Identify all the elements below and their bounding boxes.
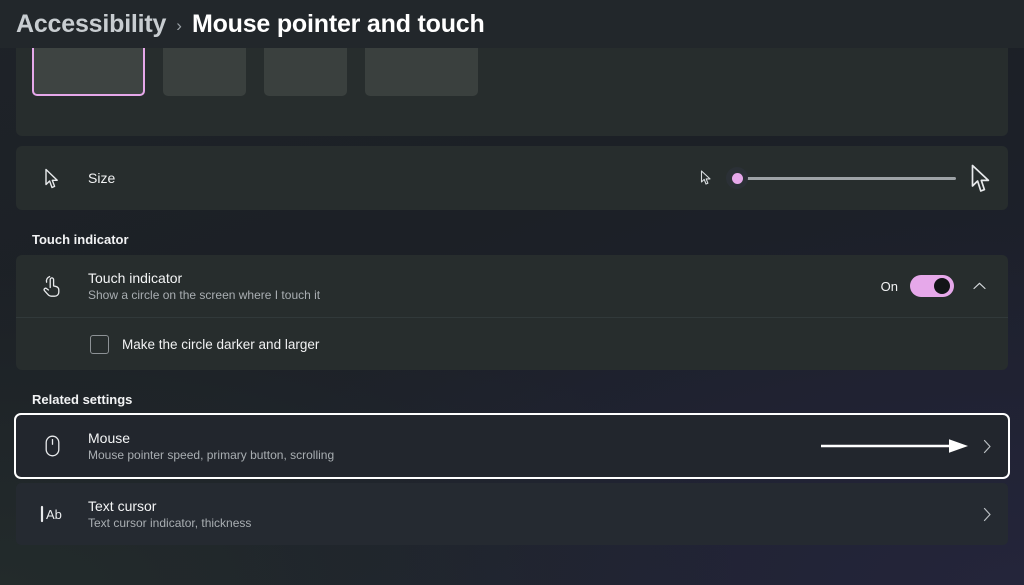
mouse-row-controls: [821, 437, 992, 455]
mouse-subtitle: Mouse pointer speed, primary button, scr…: [88, 448, 335, 462]
slider-thumb[interactable]: [726, 167, 748, 189]
touch-indicator-toggle-state: On: [880, 278, 898, 294]
chevron-right-icon[interactable]: [983, 439, 992, 454]
touch-indicator-section-title: Touch indicator: [32, 232, 129, 247]
pointer-style-tile-black[interactable]: [163, 48, 246, 96]
settings-content: Size Touch indicator Touch indicator Sho…: [0, 48, 1024, 545]
darker-larger-circle-row[interactable]: Make the circle darker and larger: [16, 318, 1008, 370]
related-setting-text-cursor[interactable]: Ab Text cursor Text cursor indicator, th…: [16, 483, 1008, 545]
page-title: Mouse pointer and touch: [191, 9, 485, 38]
touch-tap-icon: [32, 275, 72, 297]
touch-indicator-card: Touch indicator Show a circle on the scr…: [16, 255, 1008, 370]
darker-larger-circle-checkbox[interactable]: [90, 334, 109, 354]
svg-text:Ab: Ab: [46, 507, 62, 522]
pointer-style-tile-white[interactable]: [32, 48, 145, 96]
touch-indicator-text-block: Touch indicator Show a circle on the scr…: [88, 270, 320, 302]
pointer-style-tile-inverted[interactable]: [264, 48, 347, 96]
related-settings-section-title: Related settings: [32, 392, 133, 407]
text-cursor-title: Text cursor: [88, 498, 157, 514]
chevron-right-icon[interactable]: [983, 507, 992, 522]
touch-indicator-toggle[interactable]: [910, 275, 954, 297]
slider-track[interactable]: [734, 176, 956, 180]
breadcrumb-separator: ›: [176, 15, 182, 35]
mouse-text-block: Mouse Mouse pointer speed, primary butto…: [88, 430, 334, 462]
related-setting-mouse[interactable]: Mouse Mouse pointer speed, primary butto…: [14, 413, 1010, 479]
pointer-size-label: Size: [88, 170, 116, 186]
touch-indicator-subtitle: Show a circle on the screen where I touc…: [88, 288, 321, 302]
small-cursor-icon: [700, 170, 712, 186]
text-cursor-subtitle: Text cursor indicator, thickness: [88, 516, 252, 530]
chevron-up-icon[interactable]: [966, 273, 992, 299]
pointer-style-tile-group: [32, 48, 478, 96]
pointer-style-card: [16, 48, 1008, 136]
mouse-pointer-icon: [32, 168, 72, 189]
pointer-size-slider[interactable]: [726, 163, 956, 193]
darker-larger-circle-label: Make the circle darker and larger: [122, 336, 320, 352]
touch-indicator-row[interactable]: Touch indicator Show a circle on the scr…: [16, 255, 1008, 317]
breadcrumb-header: Accessibility › Mouse pointer and touch: [0, 0, 1024, 48]
toggle-knob: [934, 278, 950, 294]
touch-indicator-title: Touch indicator: [88, 270, 183, 286]
mouse-title: Mouse: [88, 430, 131, 446]
mouse-device-icon: [32, 435, 72, 457]
text-cursor-icon: Ab: [32, 505, 72, 523]
pointer-style-tile-custom-color[interactable]: [365, 48, 478, 96]
settings-page: Accessibility › Mouse pointer and touch: [0, 0, 1024, 585]
breadcrumb-root-link[interactable]: Accessibility: [16, 10, 166, 39]
text-cursor-text-block: Text cursor Text cursor indicator, thick…: [88, 498, 251, 530]
pointer-size-controls: [700, 163, 992, 193]
text-cursor-row-controls: [983, 507, 992, 522]
large-cursor-icon: [970, 164, 992, 193]
touch-indicator-controls: On: [881, 273, 992, 299]
annotation-arrow-icon: [821, 437, 971, 455]
pointer-size-row: Size: [16, 146, 1008, 210]
